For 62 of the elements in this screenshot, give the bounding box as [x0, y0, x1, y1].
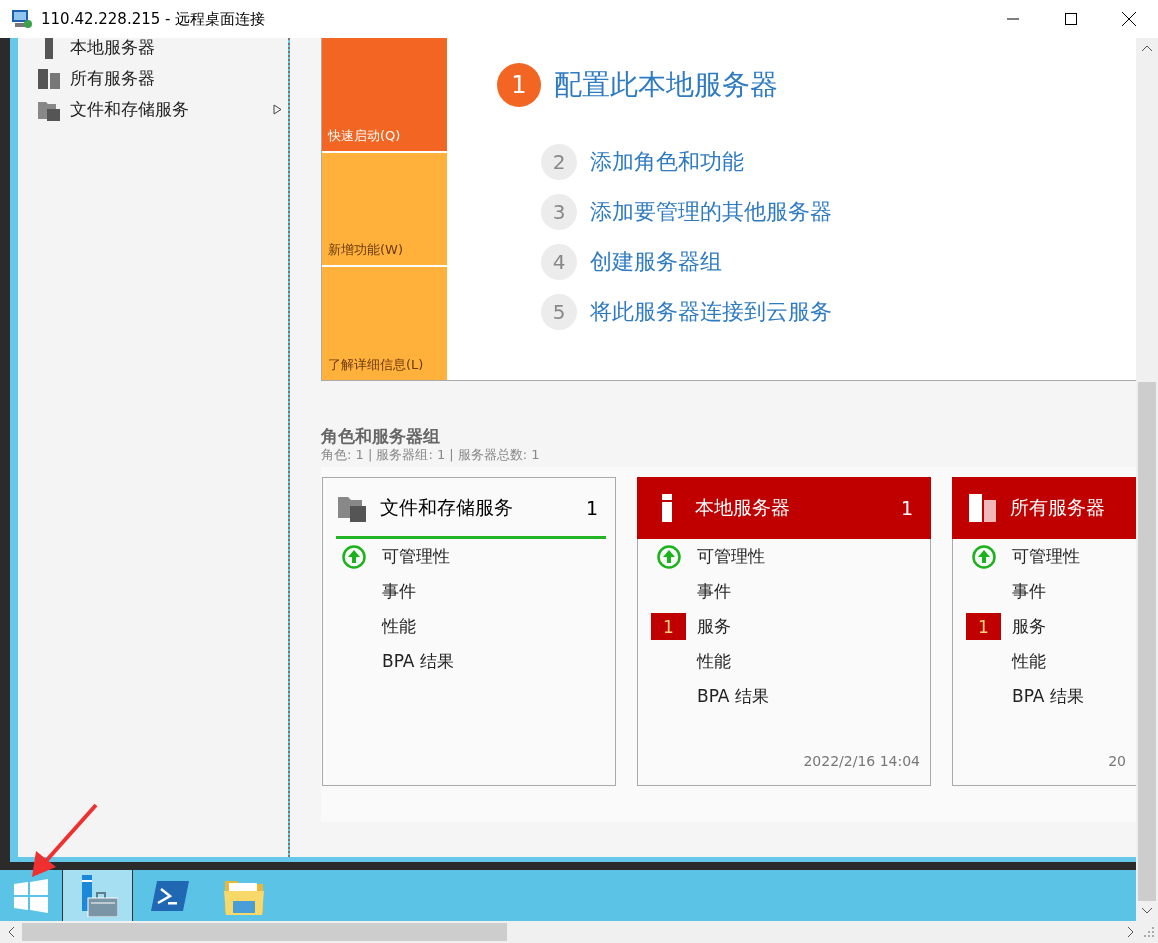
windows-logo-icon — [14, 878, 48, 913]
step-number: 5 — [541, 294, 577, 330]
folder-icon — [338, 494, 366, 522]
card-row-link[interactable]: 事件 — [697, 580, 731, 603]
card-row-link[interactable]: 事件 — [1012, 580, 1046, 603]
card-row-link[interactable]: 可管理性 — [1012, 545, 1080, 568]
role-card[interactable]: 文件和存储服务 1 可管理性 事件 性能 BPA 结果 — [322, 477, 616, 786]
step-link[interactable]: 添加角色和功能 — [590, 147, 744, 177]
sidebar-item[interactable]: 所有服务器 — [18, 63, 288, 94]
server-icon — [45, 38, 53, 59]
chevron-up-icon — [1142, 44, 1152, 51]
monitor-icon — [11, 9, 33, 29]
card-row-link[interactable]: BPA 结果 — [697, 685, 769, 708]
card-count: 1 — [900, 497, 913, 519]
resize-grip-icon[interactable] — [1142, 925, 1156, 939]
timestamp: 20 — [1108, 753, 1127, 771]
count-badge: 1 — [651, 613, 686, 640]
chevron-down-icon — [1142, 908, 1152, 915]
card-title: 所有服务器 — [1010, 495, 1106, 520]
chevron-left-icon — [8, 927, 14, 937]
card-count: 1 — [585, 497, 598, 519]
card-row-link[interactable]: BPA 结果 — [382, 650, 454, 673]
quick-start-tile[interactable]: 了解详细信息(L) — [322, 267, 447, 380]
taskbar-button[interactable] — [62, 870, 133, 921]
expand-arrow-icon[interactable] — [273, 104, 282, 115]
section-title: 角色和服务器组 — [321, 426, 441, 447]
step-number: 4 — [541, 244, 577, 280]
servers-icon — [968, 494, 996, 522]
powershell-icon — [151, 880, 189, 911]
scrollbar-thumb[interactable] — [22, 923, 507, 941]
card-row-link[interactable]: 性能 — [382, 615, 416, 638]
card-row-link[interactable]: 服务 — [1012, 615, 1046, 638]
card-row-link[interactable]: 性能 — [1012, 650, 1046, 673]
sidebar-item[interactable]: 本地服务器 — [18, 38, 288, 63]
step-number: 2 — [541, 144, 577, 180]
maximize-icon — [1065, 13, 1077, 25]
card-row-link[interactable]: 可管理性 — [697, 545, 765, 568]
step-link[interactable]: 创建服务器组 — [590, 247, 722, 277]
card-title: 本地服务器 — [695, 495, 791, 520]
card-row-link[interactable]: 事件 — [382, 580, 416, 603]
quick-start-tile[interactable]: 新增功能(W) — [322, 152, 447, 266]
step-link[interactable]: 配置此本地服务器 — [554, 66, 778, 104]
role-card[interactable]: 本地服务器 1 可管理性 事件 1 服务 性能 BPA 结果 2022/2/16 14:04 — [637, 477, 931, 786]
scrollbar-thumb[interactable] — [1138, 381, 1156, 902]
timestamp: 2022/2/16 14:04 — [803, 753, 921, 771]
card-row-link[interactable]: 服务 — [697, 615, 731, 638]
step-link[interactable]: 添加要管理的其他服务器 — [590, 197, 832, 227]
card-row-link[interactable]: 性能 — [697, 650, 731, 673]
step-number: 3 — [541, 194, 577, 230]
servers-icon — [38, 67, 60, 90]
chevron-right-icon — [1128, 927, 1134, 937]
step-number: 1 — [497, 63, 541, 107]
card-row-link[interactable]: BPA 结果 — [1012, 685, 1084, 708]
count-badge: 1 — [966, 613, 1001, 640]
window-title: 110.42.228.215 - 远程桌面连接 — [41, 9, 267, 29]
close-icon — [1122, 12, 1136, 26]
card-row-link[interactable]: 可管理性 — [382, 545, 450, 568]
card-title: 文件和存储服务 — [380, 495, 514, 520]
role-card[interactable]: 所有服务器 可管理性 事件 1 服务 性能 BPA 结果 20 — [952, 477, 1136, 786]
section-summary: 角色: 1 | 服务器组: 1 | 服务器总数: 1 — [321, 447, 541, 463]
step-link[interactable]: 将此服务器连接到云服务 — [590, 297, 832, 327]
sidebar-item[interactable]: 文件和存储服务 — [18, 94, 288, 125]
